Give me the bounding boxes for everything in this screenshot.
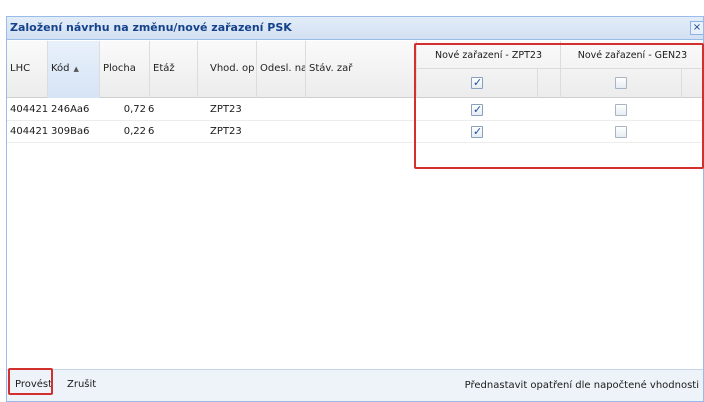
gen23-checkbox[interactable] [615,104,627,116]
cell-vhod: ZPT23 [210,104,242,115]
select-all-zpt23-checkbox[interactable] [471,76,483,89]
cell-lhc: 404421 [10,126,49,137]
close-icon[interactable]: × [690,21,703,35]
column-header-vhod[interactable]: Vhod. op [198,41,257,98]
column-label-vhod: Vhod. op [210,63,255,74]
column-group-zpt23: Nové zařazení - ZPT23 [417,41,561,98]
column-label-stav: Stáv. zař [309,63,353,74]
cell-etaz: 6 [148,104,155,115]
preset-measures-button[interactable]: Přednastavit opatření dle napočtené vhod… [465,380,699,391]
zpt23-checkbox[interactable] [471,103,483,116]
cell-vhod: ZPT23 [210,126,242,137]
dialog-title: Založení návrhu na změnu/nové zařazení P… [10,21,292,34]
select-all-gen23-checkbox[interactable] [615,77,627,89]
column-label-lhc: LHC [10,63,31,74]
column-header-stav[interactable]: Stáv. zař [306,41,417,98]
column-label-kod: Kód ▲ [51,63,79,74]
column-header-lhc[interactable]: LHC [7,41,48,98]
cell-plocha: 0,22 [123,126,146,137]
cell-etaz: 6 [148,126,155,137]
cancel-button[interactable]: Zrušit [67,379,96,390]
gen23-checkbox[interactable] [615,126,627,138]
dialog-window: Založení návrhu na změnu/nové zařazení P… [6,16,704,402]
zpt23-checkbox[interactable] [471,125,483,138]
column-group-label-zpt23: Nové zařazení - ZPT23 [434,50,543,61]
column-group-label-gen23: Nové zařazení - GEN23 [577,50,688,61]
column-header-odesl[interactable]: Odesl. na [257,41,306,98]
column-label-plocha: Plocha [103,63,136,74]
sort-ascending-icon: ▲ [73,65,79,73]
grid-body: 404421 246Aa6 0,72 6 ZPT23 404421 309Ba6… [7,99,703,367]
cell-lhc: 404421 [10,104,49,115]
grid-header: LHC Kód ▲ Plocha Etáž Vhod. op Odesl. na … [7,41,703,98]
column-label-etaz: Etáž [153,63,175,74]
table-row[interactable]: 404421 246Aa6 0,72 6 ZPT23 [7,99,703,121]
column-header-plocha[interactable]: Plocha [100,41,150,98]
column-header-etaz[interactable]: Etáž [150,41,198,98]
column-header-kod[interactable]: Kód ▲ [48,41,100,98]
execute-button[interactable]: Provést [15,379,52,390]
table-row[interactable]: 404421 309Ba6 0,22 6 ZPT23 [7,121,703,143]
cell-plocha: 0,72 [123,104,146,115]
cell-kod: 309Ba6 [51,126,90,137]
dialog-titlebar: Založení návrhu na změnu/nové zařazení P… [7,17,703,40]
column-label-odesl: Odesl. na [260,63,305,74]
cell-kod: 246Aa6 [51,104,90,115]
dialog-footer: Provést Zrušit Přednastavit opatření dle… [7,369,703,401]
column-group-gen23: Nové zařazení - GEN23 [561,41,703,98]
